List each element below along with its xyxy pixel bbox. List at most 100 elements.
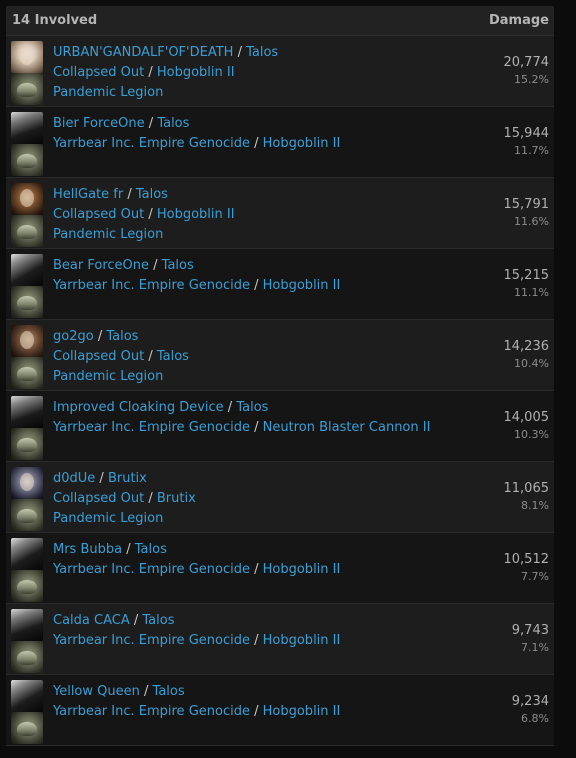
- attacker-row: Bier ForceOne / Talos Yarrbear Inc. Empi…: [6, 107, 554, 178]
- alliance-link[interactable]: Pandemic Legion: [53, 511, 163, 526]
- damage-percent: 6.8%: [521, 712, 549, 725]
- pilot-link[interactable]: HellGate fr: [53, 187, 123, 202]
- pilot-link[interactable]: Improved Cloaking Device: [53, 400, 224, 415]
- weapon-link[interactable]: Hobgoblin II: [263, 136, 341, 151]
- damage-cell: 20,774 15.2%: [504, 54, 550, 88]
- pilot-link[interactable]: URBAN'GANDALF'OF'DEATH: [53, 45, 233, 60]
- separator: /: [144, 207, 157, 222]
- weapon-link[interactable]: Brutix: [157, 491, 196, 506]
- pilot-link[interactable]: go2go: [53, 329, 94, 344]
- weapon-link[interactable]: Hobgoblin II: [263, 633, 341, 648]
- ship-link[interactable]: Talos: [153, 684, 185, 699]
- ship-link[interactable]: Talos: [136, 187, 168, 202]
- damage-cell: 9,234 6.8%: [512, 693, 549, 727]
- talos-ship-icon[interactable]: [11, 286, 43, 318]
- pilot-link[interactable]: Calda CACA: [53, 613, 130, 628]
- separator: /: [249, 278, 263, 293]
- corporation-link[interactable]: Yarrbear Inc. Empire Genocide: [53, 704, 250, 719]
- attacker-row: go2go / Talos Collapsed Out / Talos Pand…: [6, 320, 554, 391]
- attacker-info: Calda CACA / Talos Yarrbear Inc. Empire …: [53, 611, 340, 651]
- character-portrait-icon[interactable]: [11, 396, 43, 428]
- alliance-link[interactable]: Pandemic Legion: [53, 85, 163, 100]
- damage-percent: 7.7%: [521, 570, 549, 583]
- weapon-link[interactable]: Hobgoblin II: [157, 65, 235, 80]
- ship-link[interactable]: Talos: [162, 258, 194, 273]
- ship-link[interactable]: Talos: [157, 116, 189, 131]
- attacker-row: Mrs Bubba / Talos Yarrbear Inc. Empire G…: [6, 533, 554, 604]
- attacker-info: HellGate fr / Talos Collapsed Out / Hobg…: [53, 185, 235, 245]
- ship-link[interactable]: Brutix: [108, 471, 147, 486]
- ship-link[interactable]: Talos: [106, 329, 138, 344]
- corporation-link[interactable]: Yarrbear Inc. Empire Genocide: [53, 136, 250, 151]
- damage-percent: 10.3%: [514, 428, 549, 441]
- pilot-link[interactable]: d0dUe: [53, 471, 95, 486]
- character-portrait-icon[interactable]: [11, 680, 43, 712]
- character-portrait-icon[interactable]: [11, 467, 43, 499]
- character-portrait-icon[interactable]: [11, 325, 43, 357]
- alliance-link[interactable]: Pandemic Legion: [53, 369, 163, 384]
- separator: /: [149, 258, 162, 273]
- talos-ship-icon[interactable]: [11, 73, 43, 105]
- corporation-link[interactable]: Collapsed Out: [53, 491, 144, 506]
- pilot-link[interactable]: Yellow Queen: [53, 684, 140, 699]
- talos-ship-icon[interactable]: [11, 641, 43, 673]
- character-portrait-icon[interactable]: [11, 41, 43, 73]
- involved-parties-panel: 14 Involved Damage URBAN'GANDALF'OF'DEAT…: [6, 6, 554, 746]
- alliance-link[interactable]: Pandemic Legion: [53, 227, 163, 242]
- damage-value: 9,743: [511, 623, 549, 638]
- weapon-link[interactable]: Hobgoblin II: [263, 278, 341, 293]
- damage-cell: 15,215 11.1%: [504, 267, 550, 301]
- damage-cell: 14,236 10.4%: [504, 338, 550, 372]
- ship-link[interactable]: Talos: [135, 542, 167, 557]
- separator: /: [95, 471, 108, 486]
- separator: /: [129, 613, 143, 628]
- attacker-row: Improved Cloaking Device / Talos Yarrbea…: [6, 391, 554, 462]
- character-portrait-icon[interactable]: [11, 183, 43, 215]
- damage-value: 20,774: [503, 55, 550, 70]
- talos-ship-icon[interactable]: [11, 215, 43, 247]
- separator: /: [144, 349, 157, 364]
- weapon-link[interactable]: Neutron Blaster Cannon II: [263, 420, 431, 435]
- talos-ship-icon[interactable]: [11, 570, 43, 602]
- character-portrait-icon[interactable]: [11, 112, 43, 144]
- weapon-link[interactable]: Hobgoblin II: [263, 704, 341, 719]
- separator: /: [139, 684, 153, 699]
- corporation-link[interactable]: Yarrbear Inc. Empire Genocide: [53, 278, 250, 293]
- pilot-link[interactable]: Mrs Bubba: [53, 542, 122, 557]
- weapon-link[interactable]: Talos: [157, 349, 189, 364]
- involved-header: 14 Involved Damage: [6, 6, 554, 36]
- corporation-link[interactable]: Collapsed Out: [53, 207, 144, 222]
- attacker-row: Calda CACA / Talos Yarrbear Inc. Empire …: [6, 604, 554, 675]
- corporation-link[interactable]: Collapsed Out: [53, 349, 144, 364]
- attacker-row: d0dUe / Brutix Collapsed Out / Brutix Pa…: [6, 462, 554, 533]
- damage-value: 14,005: [503, 410, 550, 425]
- talos-ship-icon[interactable]: [11, 357, 43, 389]
- pilot-link[interactable]: Bear ForceOne: [53, 258, 149, 273]
- talos-ship-icon[interactable]: [11, 428, 43, 460]
- separator: /: [249, 633, 263, 648]
- damage-value: 15,791: [503, 197, 550, 212]
- ship-link[interactable]: Talos: [142, 613, 174, 628]
- ship-link[interactable]: Talos: [236, 400, 268, 415]
- corporation-link[interactable]: Collapsed Out: [53, 65, 144, 80]
- pilot-link[interactable]: Bier ForceOne: [53, 116, 145, 131]
- weapon-link[interactable]: Hobgoblin II: [263, 562, 341, 577]
- corporation-link[interactable]: Yarrbear Inc. Empire Genocide: [53, 420, 250, 435]
- damage-cell: 11,065 8.1%: [504, 480, 550, 514]
- character-portrait-icon[interactable]: [11, 538, 43, 570]
- damage-percent: 15.2%: [514, 73, 549, 86]
- ship-link[interactable]: Talos: [246, 45, 278, 60]
- corporation-link[interactable]: Yarrbear Inc. Empire Genocide: [53, 633, 250, 648]
- brutix-ship-icon[interactable]: [11, 499, 43, 531]
- character-portrait-icon[interactable]: [11, 609, 43, 641]
- damage-cell: 10,512 7.7%: [504, 551, 550, 585]
- talos-ship-icon[interactable]: [11, 712, 43, 744]
- weapon-link[interactable]: Hobgoblin II: [157, 207, 235, 222]
- talos-ship-icon[interactable]: [11, 144, 43, 176]
- damage-cell: 9,743 7.1%: [512, 622, 549, 656]
- attacker-info: Mrs Bubba / Talos Yarrbear Inc. Empire G…: [53, 540, 340, 580]
- damage-percent: 11.7%: [514, 144, 549, 157]
- corporation-link[interactable]: Yarrbear Inc. Empire Genocide: [53, 562, 250, 577]
- damage-value: 14,236: [503, 339, 550, 354]
- character-portrait-icon[interactable]: [11, 254, 43, 286]
